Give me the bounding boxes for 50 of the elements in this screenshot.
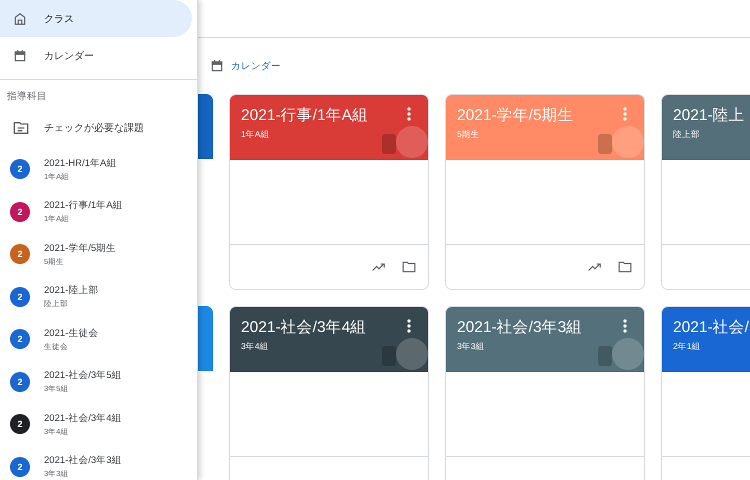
calendar-icon bbox=[13, 48, 27, 62]
review-item[interactable]: チェックが必要な課題 bbox=[0, 108, 197, 148]
class-name: 2021-生徒会 bbox=[44, 326, 98, 340]
class-name: 2021-学年/5期生 bbox=[44, 242, 116, 255]
class-title[interactable]: 2021-社会/3年3組 bbox=[457, 317, 633, 338]
class-avatar: 2 bbox=[10, 202, 30, 222]
card-banner[interactable]: 2021-社会/3年3組 3年3組 bbox=[446, 307, 644, 372]
calendar-icon bbox=[210, 59, 224, 73]
class-name: 2021-陸上部 bbox=[44, 284, 98, 298]
class-title[interactable]: 2021-陸上 bbox=[673, 105, 750, 126]
card-banner[interactable]: 2021-陸上 陸上部 bbox=[662, 95, 750, 160]
card-banner[interactable] bbox=[197, 94, 213, 159]
more-options-icon[interactable] bbox=[407, 107, 411, 121]
class-avatar: 2 bbox=[10, 159, 30, 180]
class-avatar: 2 bbox=[10, 244, 30, 264]
class-section: 2年1組 bbox=[673, 341, 750, 353]
folder-icon[interactable] bbox=[618, 261, 632, 273]
class-name: 2021-社会/3年5組 bbox=[44, 369, 122, 382]
home-icon bbox=[13, 12, 27, 26]
more-options-icon[interactable] bbox=[407, 319, 411, 333]
class-section: 1年A組 bbox=[241, 129, 417, 141]
class-title[interactable]: 2021-行事/1年A組 bbox=[241, 105, 417, 126]
class-section: 3年3組 bbox=[457, 341, 633, 353]
trending-up-icon[interactable] bbox=[372, 262, 386, 272]
trending-up-icon[interactable] bbox=[588, 262, 602, 272]
class-name: 2021-行事/1年A組 bbox=[44, 199, 123, 212]
folder-list-icon bbox=[13, 121, 29, 135]
class-avatar: 2 bbox=[10, 414, 30, 434]
card-banner[interactable] bbox=[197, 306, 213, 371]
nav-item[interactable]: カレンダー bbox=[0, 37, 192, 74]
class-name: 2021-社会/3年4組 bbox=[44, 412, 122, 425]
class-title[interactable]: 2021-社会/ bbox=[673, 317, 750, 338]
class-section: 陸上部 bbox=[673, 129, 750, 141]
class-avatar: 2 bbox=[10, 456, 30, 477]
class-avatar: 2 bbox=[10, 286, 30, 307]
card-banner[interactable]: 2021-社会/ 2年1組 bbox=[662, 307, 750, 372]
card-banner[interactable]: 2021-社会/3年4組 3年4組 bbox=[230, 307, 428, 372]
class-title[interactable]: 2021-社会/3年4組 bbox=[241, 317, 417, 338]
class-avatar: 2 bbox=[10, 372, 30, 392]
card-banner[interactable]: 2021-行事/1年A組 1年A組 bbox=[230, 95, 428, 160]
section-title: 指導科目 bbox=[6, 90, 48, 104]
calendar-link[interactable]: カレンダー bbox=[210, 59, 281, 73]
class-name: 2021-社会/3年3組 bbox=[44, 454, 122, 468]
more-options-icon[interactable] bbox=[623, 319, 627, 333]
class-avatar: 2 bbox=[10, 329, 30, 350]
class-name: 2021-HR/1年A組 bbox=[44, 156, 116, 170]
folder-icon[interactable] bbox=[402, 261, 416, 273]
class-section: 3年4組 bbox=[241, 341, 417, 353]
nav-item[interactable]: クラス bbox=[0, 0, 192, 37]
class-section: 5期生 bbox=[457, 129, 633, 141]
